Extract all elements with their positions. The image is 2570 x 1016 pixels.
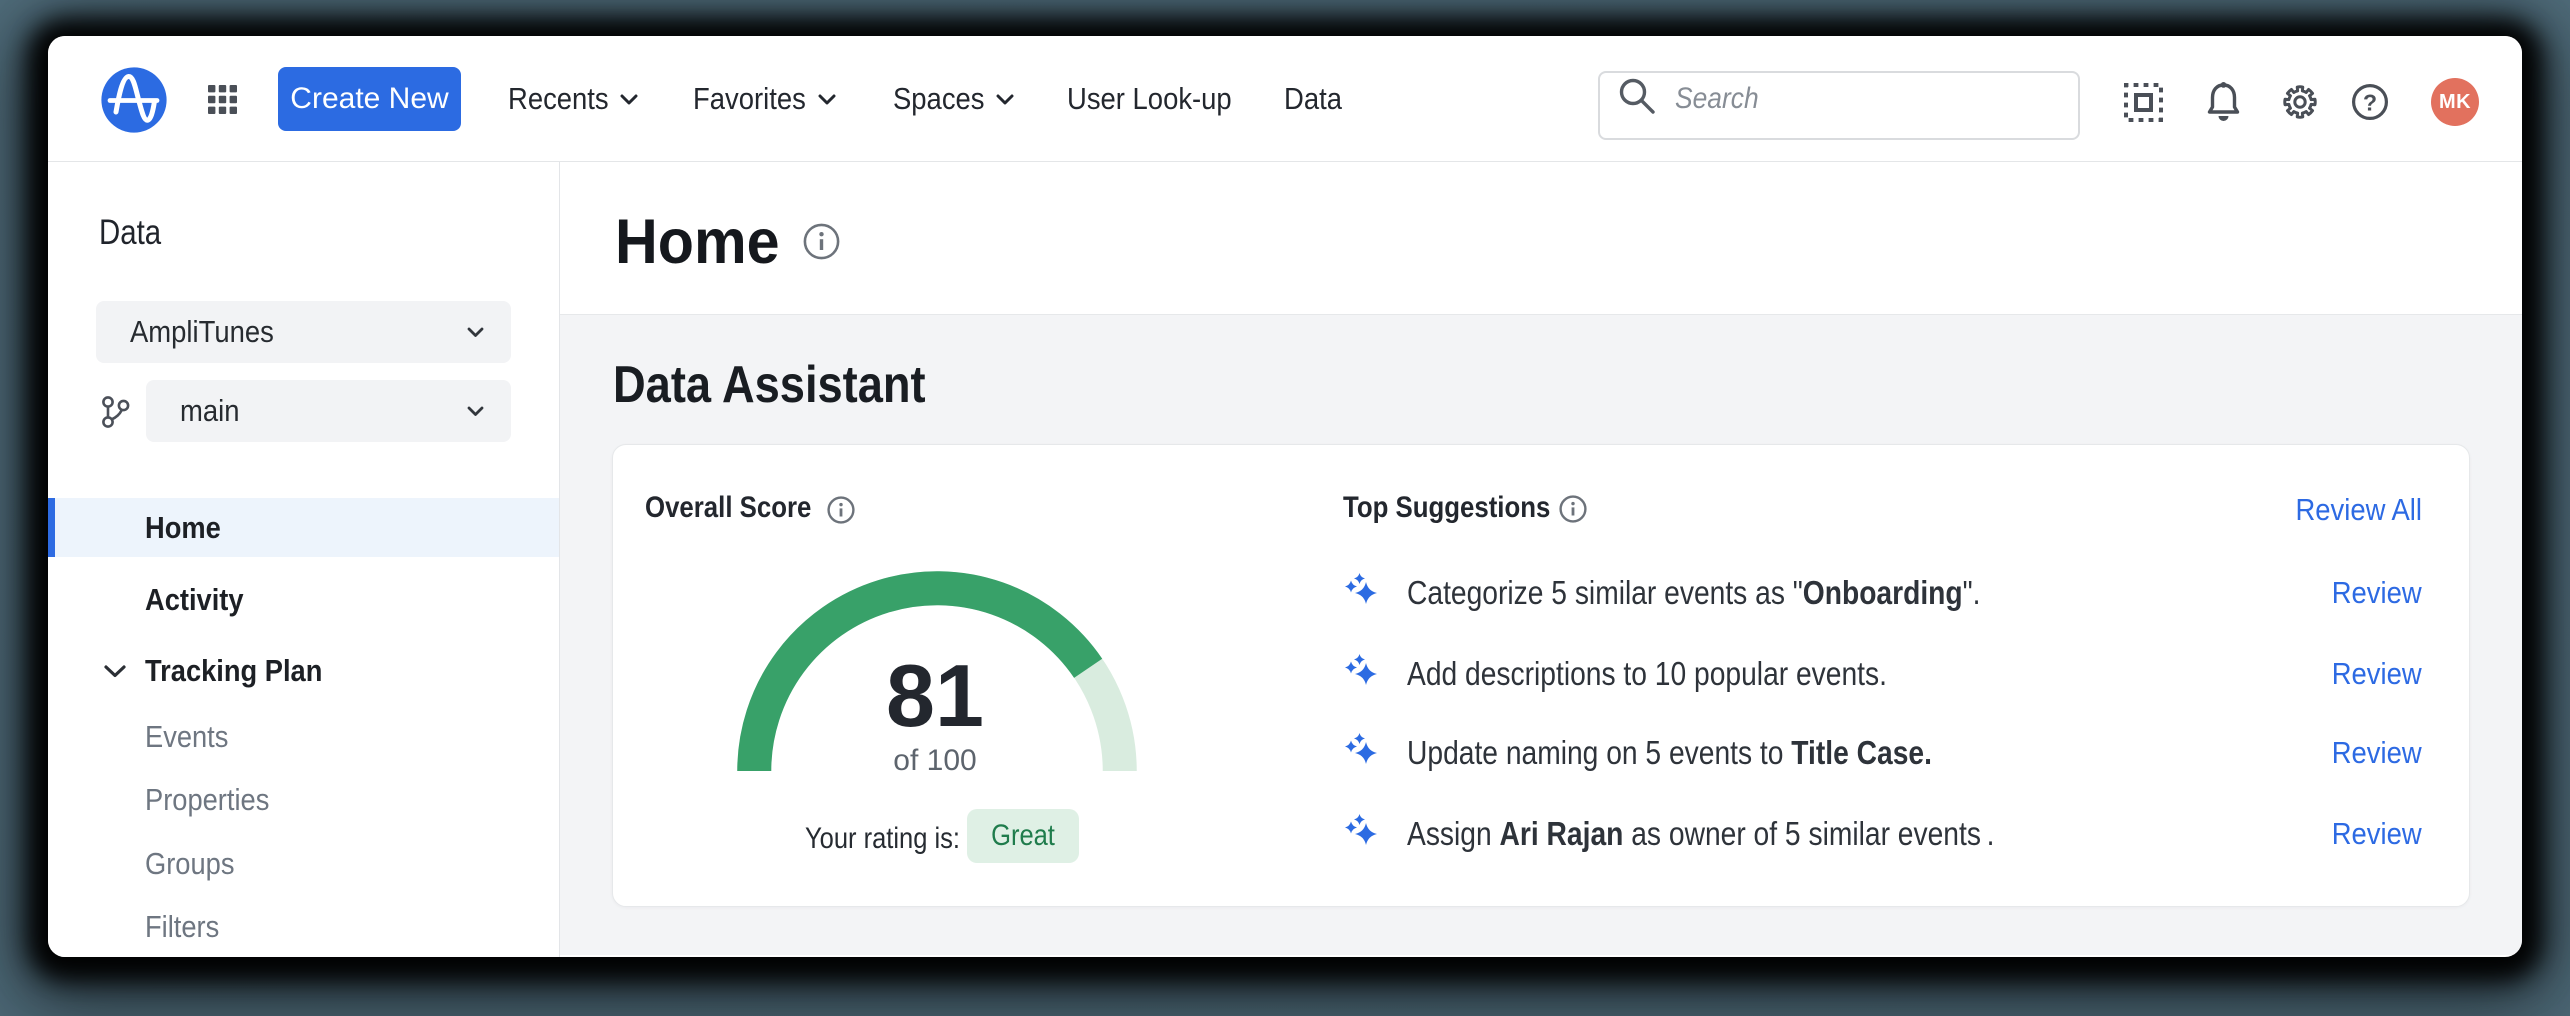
svg-text:?: ? [2363,90,2377,116]
